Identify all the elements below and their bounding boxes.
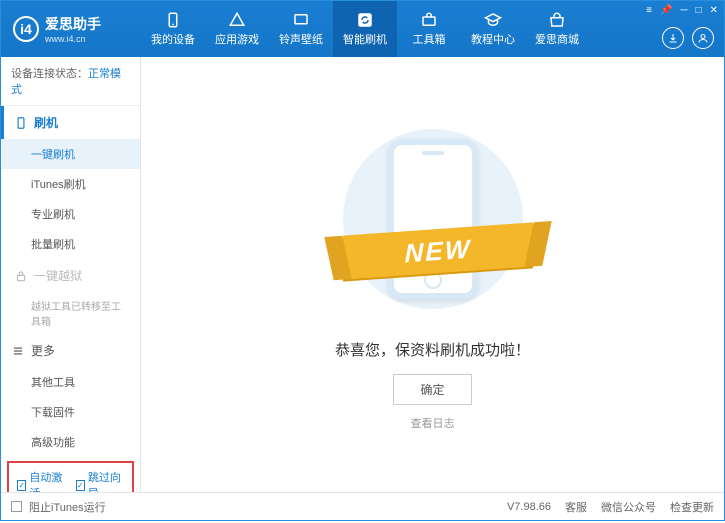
top-nav: 我的设备 应用游戏 铃声壁纸 智能刷机 工具箱 教程中心 bbox=[141, 1, 589, 57]
checkbox-label: 跳过向导 bbox=[88, 469, 124, 492]
sidebar-item-pro-flash[interactable]: 专业刷机 bbox=[1, 199, 140, 229]
sidebar-section-more[interactable]: 更多 bbox=[1, 334, 140, 367]
sidebar-item-batch-flash[interactable]: 批量刷机 bbox=[1, 229, 140, 259]
download-icon bbox=[667, 32, 679, 44]
wechat-link[interactable]: 微信公众号 bbox=[601, 499, 656, 515]
minimize-icon[interactable]: ─ bbox=[680, 5, 687, 16]
support-link[interactable]: 客服 bbox=[565, 499, 587, 515]
toolbox-icon bbox=[420, 11, 438, 29]
checkbox-label: 自动激活 bbox=[29, 469, 65, 492]
nav-tutorials[interactable]: 教程中心 bbox=[461, 1, 525, 57]
close-icon[interactable]: ✕ bbox=[710, 5, 718, 16]
refresh-icon bbox=[356, 11, 374, 29]
checkbox-block-itunes[interactable]: 阻止iTunes运行 bbox=[11, 499, 106, 515]
checkbox-skip-guide[interactable]: ✓ 跳过向导 bbox=[76, 469, 125, 492]
check-icon: ✓ bbox=[76, 480, 85, 491]
nav-label: 智能刷机 bbox=[343, 31, 387, 47]
success-message: 恭喜您，保资料刷机成功啦！ bbox=[335, 339, 530, 360]
nav-label: 我的设备 bbox=[151, 31, 195, 47]
store-icon bbox=[548, 11, 566, 29]
phone-icon bbox=[14, 116, 28, 130]
sidebar-item-advanced[interactable]: 高级功能 bbox=[1, 427, 140, 457]
jailbreak-note: 越狱工具已转移至工具箱 bbox=[1, 292, 140, 334]
lock-icon bbox=[14, 269, 28, 283]
graduation-icon bbox=[484, 11, 502, 29]
nav-label: 教程中心 bbox=[471, 31, 515, 47]
footer: 阻止iTunes运行 V7.98.66 客服 微信公众号 检查更新 bbox=[1, 492, 724, 520]
app-name: 爱思助手 bbox=[45, 14, 101, 34]
check-icon: ✓ bbox=[17, 480, 26, 491]
checkbox-label: 阻止iTunes运行 bbox=[29, 499, 106, 515]
nav-label: 铃声壁纸 bbox=[279, 31, 323, 47]
phone-icon bbox=[164, 11, 182, 29]
check-update-link[interactable]: 检查更新 bbox=[670, 499, 714, 515]
nav-apps-games[interactable]: 应用游戏 bbox=[205, 1, 269, 57]
sidebar-section-jailbreak[interactable]: 一键越狱 bbox=[1, 259, 140, 292]
app-logo-block: i4 爱思助手 www.i4.cn bbox=[1, 14, 141, 44]
section-label: 更多 bbox=[31, 342, 55, 359]
sidebar-item-other-tools[interactable]: 其他工具 bbox=[1, 367, 140, 397]
nav-label: 工具箱 bbox=[413, 31, 446, 47]
nav-label: 爱思商城 bbox=[535, 31, 579, 47]
checkbox-icon bbox=[11, 501, 22, 512]
main-content: NEW 恭喜您，保资料刷机成功啦！ 确定 查看日志 bbox=[141, 57, 724, 492]
titlebar: i4 爱思助手 www.i4.cn 我的设备 应用游戏 铃声壁纸 智能刷机 bbox=[1, 1, 724, 57]
list-icon bbox=[11, 344, 25, 358]
sidebar-item-oneclick-flash[interactable]: 一键刷机 bbox=[1, 139, 140, 169]
nav-my-device[interactable]: 我的设备 bbox=[141, 1, 205, 57]
maximize-icon[interactable]: □ bbox=[696, 5, 702, 16]
menu-icon[interactable]: ≡ bbox=[646, 5, 652, 16]
nav-store[interactable]: 爱思商城 bbox=[525, 1, 589, 57]
apps-icon bbox=[228, 11, 246, 29]
checkbox-auto-activate[interactable]: ✓ 自动激活 bbox=[17, 469, 66, 492]
ok-button[interactable]: 确定 bbox=[393, 374, 471, 405]
app-url: www.i4.cn bbox=[45, 34, 101, 44]
download-button[interactable] bbox=[662, 27, 684, 49]
account-button[interactable] bbox=[692, 27, 714, 49]
app-logo-icon: i4 bbox=[13, 16, 39, 42]
section-label: 一键越狱 bbox=[34, 267, 82, 284]
lock-icon[interactable]: 📌 bbox=[660, 5, 672, 16]
nav-label: 应用游戏 bbox=[215, 31, 259, 47]
section-label: 刷机 bbox=[34, 114, 58, 131]
options-highlight-box: ✓ 自动激活 ✓ 跳过向导 bbox=[7, 461, 134, 492]
nav-ringtones[interactable]: 铃声壁纸 bbox=[269, 1, 333, 57]
view-log-link[interactable]: 查看日志 bbox=[411, 415, 455, 431]
window-controls: ≡ 📌 ─ □ ✕ bbox=[646, 5, 718, 16]
sidebar-item-download-firmware[interactable]: 下载固件 bbox=[1, 397, 140, 427]
sidebar: 设备连接状态：正常模式 刷机 一键刷机 iTunes刷机 专业刷机 批量刷机 一… bbox=[1, 57, 141, 492]
nav-toolbox[interactable]: 工具箱 bbox=[397, 1, 461, 57]
user-icon bbox=[697, 32, 709, 44]
status-label: 设备连接状态： bbox=[11, 68, 88, 80]
nav-smart-flash[interactable]: 智能刷机 bbox=[333, 1, 397, 57]
version-label: V7.98.66 bbox=[507, 501, 551, 513]
wallpaper-icon bbox=[292, 11, 310, 29]
connection-status: 设备连接状态：正常模式 bbox=[1, 57, 140, 106]
success-illustration: NEW bbox=[333, 119, 533, 319]
sidebar-section-flash[interactable]: 刷机 bbox=[1, 106, 140, 139]
sidebar-item-itunes-flash[interactable]: iTunes刷机 bbox=[1, 169, 140, 199]
